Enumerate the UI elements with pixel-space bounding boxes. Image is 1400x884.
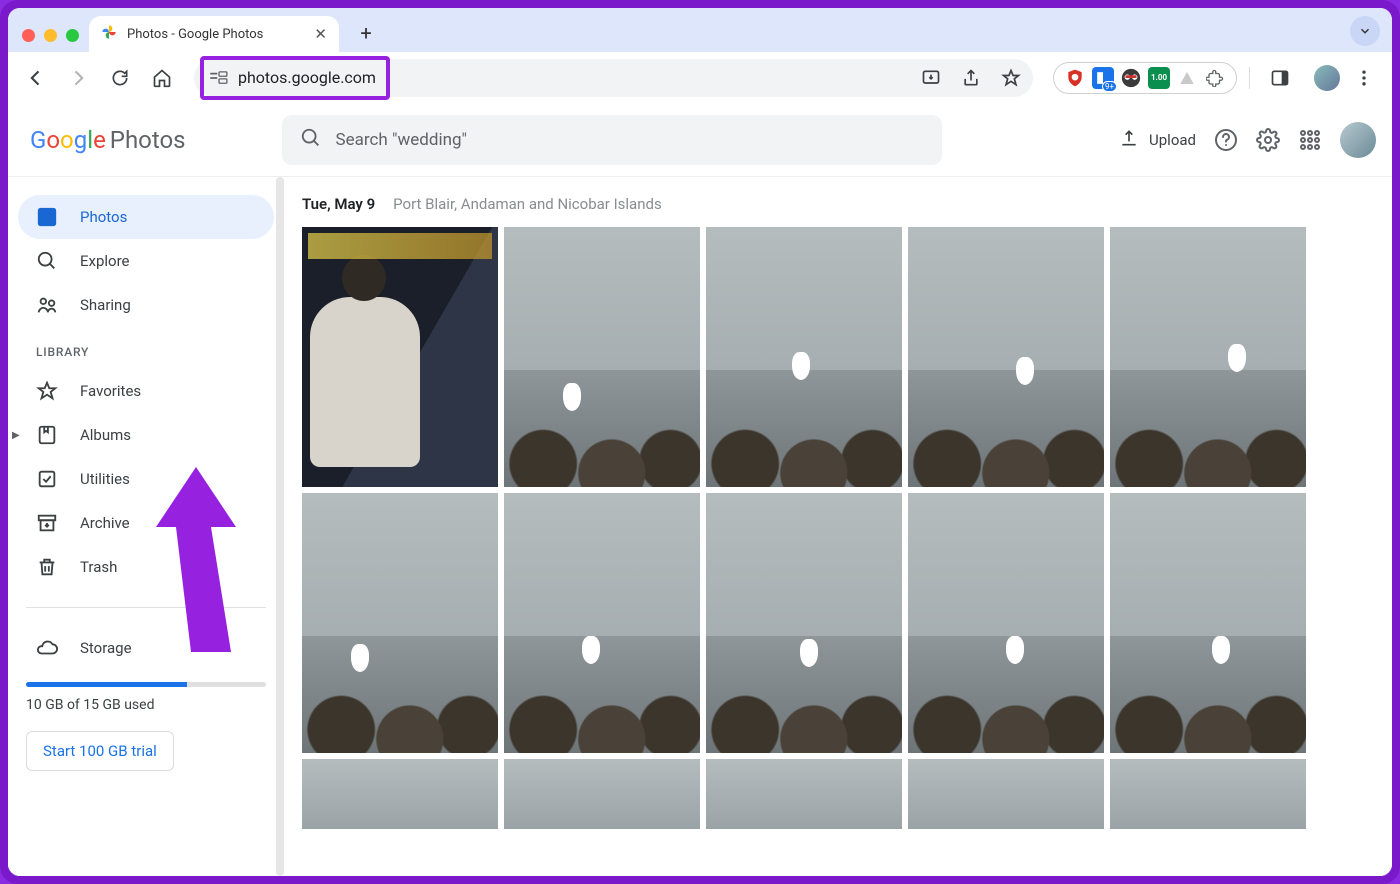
sidebar-item-photos[interactable]: Photos bbox=[18, 195, 274, 239]
site-info-icon[interactable] bbox=[210, 71, 228, 85]
new-tab-button[interactable]: + bbox=[351, 18, 381, 48]
photo-thumbnail[interactable] bbox=[302, 493, 498, 753]
settings-gear-icon[interactable] bbox=[1256, 128, 1280, 152]
upload-icon bbox=[1119, 128, 1139, 152]
utilities-icon bbox=[36, 468, 58, 490]
extension-devtools-icon[interactable]: 9+ bbox=[1092, 67, 1114, 89]
search-input[interactable]: Search "wedding" bbox=[282, 115, 942, 165]
google-photos-logo[interactable]: Google Photos bbox=[30, 126, 186, 154]
minimize-window-button[interactable] bbox=[44, 29, 57, 42]
sidebar-item-archive[interactable]: Archive bbox=[18, 501, 274, 545]
photo-thumbnail[interactable] bbox=[504, 759, 700, 829]
photo-thumbnail[interactable] bbox=[908, 227, 1104, 487]
extensions-menu-icon[interactable] bbox=[1204, 67, 1226, 89]
storage-usage-text: 10 GB of 15 GB used bbox=[18, 697, 274, 713]
chrome-menu-icon[interactable] bbox=[1346, 60, 1382, 96]
search-icon bbox=[36, 250, 58, 272]
photo-thumbnail[interactable] bbox=[706, 493, 902, 753]
photo-grid-area: Tue, May 9 Port Blair, Andaman and Nicob… bbox=[284, 177, 1392, 876]
google-photos-app: Google Photos Search "wedding" Upload bbox=[8, 104, 1392, 876]
window-controls bbox=[16, 29, 89, 52]
date-label: Tue, May 9 bbox=[302, 195, 375, 213]
sidebar-item-explore[interactable]: Explore bbox=[18, 239, 274, 283]
photo-thumbnail[interactable] bbox=[1110, 227, 1306, 487]
back-button[interactable] bbox=[18, 60, 54, 96]
tab-search-button[interactable] bbox=[1350, 16, 1380, 46]
expand-caret-icon[interactable]: ▶ bbox=[12, 430, 20, 441]
sidebar-item-trash[interactable]: Trash bbox=[18, 545, 274, 589]
location-label: Port Blair, Andaman and Nicobar Islands bbox=[393, 195, 662, 213]
photo-thumbnail[interactable] bbox=[706, 759, 902, 829]
photo-thumbnail[interactable] bbox=[908, 759, 1104, 829]
photo-thumbnail[interactable] bbox=[1110, 759, 1306, 829]
browser-window: Photos - Google Photos ✕ + photos.google… bbox=[8, 8, 1392, 876]
search-icon bbox=[300, 127, 322, 154]
storage-progress-fill bbox=[26, 682, 187, 687]
trash-icon bbox=[36, 556, 58, 578]
address-bar[interactable]: photos.google.com bbox=[194, 59, 1033, 97]
storage-progress-bar bbox=[26, 682, 266, 687]
photos-icon bbox=[36, 206, 58, 228]
start-trial-button[interactable]: Start 100 GB trial bbox=[26, 731, 174, 771]
sidebar-item-sharing[interactable]: Sharing bbox=[18, 283, 274, 327]
side-panel-icon[interactable] bbox=[1262, 60, 1298, 96]
library-section-label: LIBRARY bbox=[18, 327, 274, 369]
archive-icon bbox=[36, 512, 58, 534]
help-icon[interactable] bbox=[1214, 128, 1238, 152]
photo-thumbnail[interactable] bbox=[302, 759, 498, 829]
sidebar-item-utilities[interactable]: Utilities bbox=[18, 457, 274, 501]
photo-thumbnail[interactable] bbox=[504, 227, 700, 487]
extensions-cluster: 9+ 1.00 bbox=[1053, 62, 1237, 94]
extension-icon-4[interactable]: 1.00 bbox=[1148, 67, 1170, 89]
sidebar-item-favorites[interactable]: Favorites bbox=[18, 369, 274, 413]
reload-button[interactable] bbox=[102, 60, 138, 96]
sidebar-item-albums[interactable]: ▶ Albums bbox=[18, 413, 274, 457]
forward-button[interactable] bbox=[60, 60, 96, 96]
sidebar: Photos Explore Sharing LIBRARY Favorites… bbox=[8, 177, 284, 876]
url-text: photos.google.com bbox=[238, 68, 376, 87]
browser-tab[interactable]: Photos - Google Photos ✕ bbox=[89, 16, 339, 52]
sidebar-scrollbar[interactable] bbox=[276, 177, 284, 876]
extension-icon-3[interactable] bbox=[1120, 67, 1142, 89]
extension-badge: 9+ bbox=[1102, 81, 1117, 92]
sidebar-divider bbox=[26, 607, 266, 608]
photo-thumbnail[interactable] bbox=[908, 493, 1104, 753]
sidebar-item-storage[interactable]: Storage bbox=[18, 626, 274, 670]
apps-grid-icon[interactable] bbox=[1298, 128, 1322, 152]
album-icon bbox=[36, 424, 58, 446]
bookmark-star-icon[interactable] bbox=[993, 60, 1029, 96]
profile-avatar-button[interactable] bbox=[1314, 65, 1340, 91]
sharing-icon bbox=[36, 294, 58, 316]
search-placeholder: Search "wedding" bbox=[336, 130, 467, 150]
photo-thumbnail[interactable] bbox=[504, 493, 700, 753]
cloud-icon bbox=[36, 637, 58, 659]
extension-ublock-icon[interactable] bbox=[1064, 67, 1086, 89]
account-avatar[interactable] bbox=[1340, 122, 1376, 158]
close-tab-icon[interactable]: ✕ bbox=[314, 25, 327, 43]
share-icon[interactable] bbox=[953, 60, 989, 96]
tab-title: Photos - Google Photos bbox=[127, 27, 263, 42]
date-header: Tue, May 9 Port Blair, Andaman and Nicob… bbox=[302, 195, 1392, 213]
url-highlight: photos.google.com bbox=[200, 56, 390, 100]
install-app-icon[interactable] bbox=[913, 60, 949, 96]
upload-button[interactable]: Upload bbox=[1119, 128, 1196, 152]
tab-strip: Photos - Google Photos ✕ + bbox=[8, 8, 1392, 52]
photo-thumbnail[interactable] bbox=[302, 227, 498, 487]
extension-icon-5[interactable] bbox=[1176, 67, 1198, 89]
close-window-button[interactable] bbox=[22, 29, 35, 42]
app-header: Google Photos Search "wedding" Upload bbox=[8, 104, 1392, 176]
toolbar-divider bbox=[1249, 67, 1250, 89]
google-photos-favicon bbox=[101, 24, 117, 44]
photo-thumbnail[interactable] bbox=[706, 227, 902, 487]
star-icon bbox=[36, 380, 58, 402]
browser-toolbar: photos.google.com 9+ 1.00 bbox=[8, 52, 1392, 104]
maximize-window-button[interactable] bbox=[66, 29, 79, 42]
home-button[interactable] bbox=[144, 60, 180, 96]
photo-thumbnail[interactable] bbox=[1110, 493, 1306, 753]
